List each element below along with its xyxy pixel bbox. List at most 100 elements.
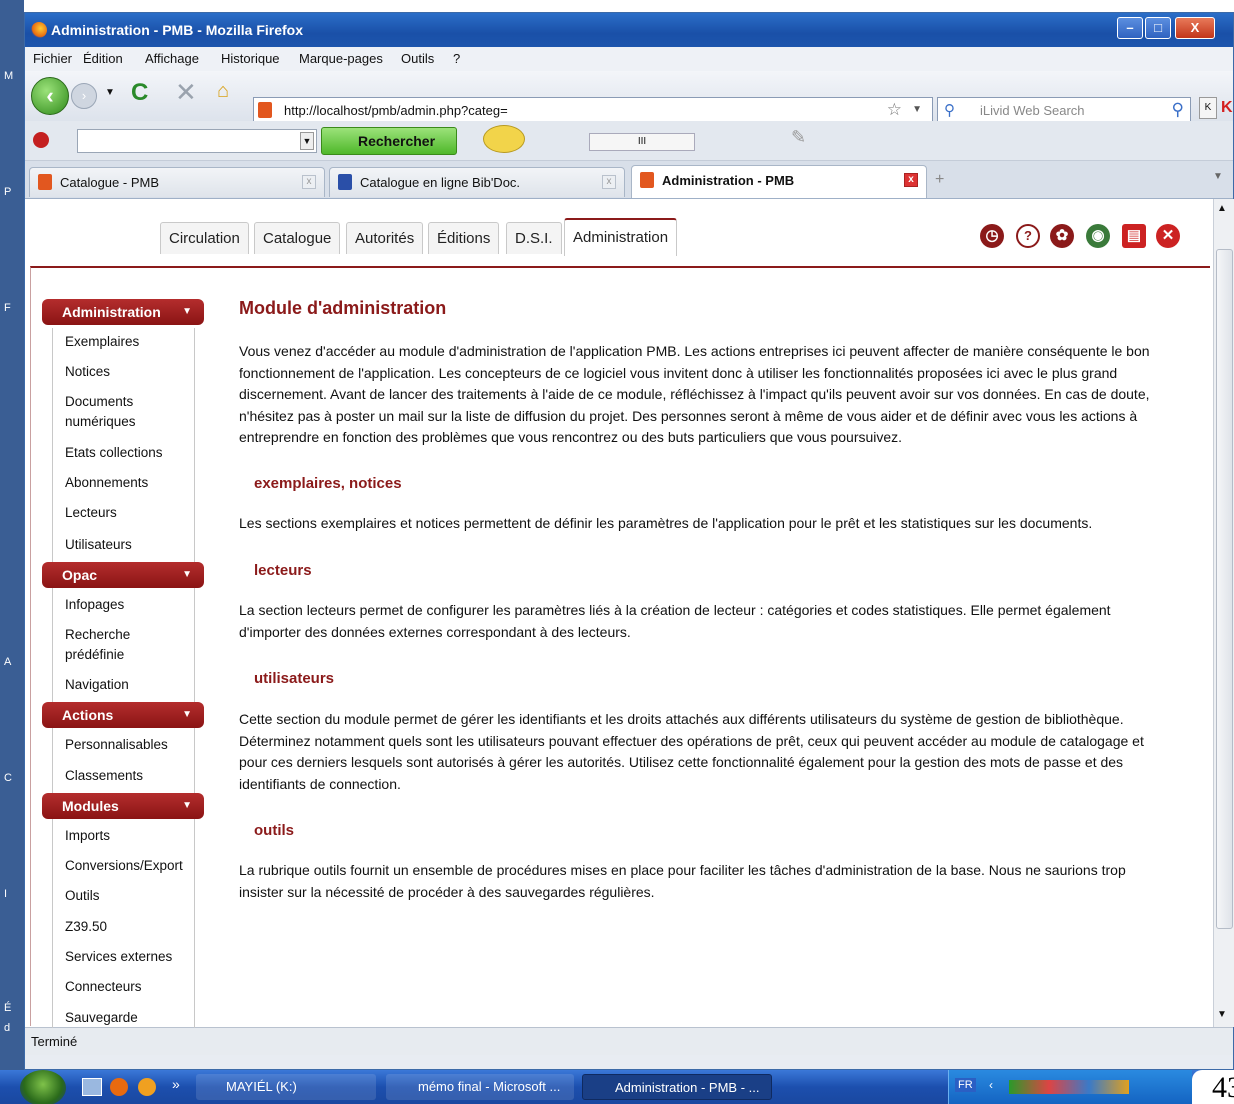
forward-button[interactable]: › [71, 83, 97, 109]
tab-editions[interactable]: Éditions [428, 222, 500, 254]
sidebar-item-services-externes[interactable]: Services externes [65, 947, 172, 967]
sidebar-item-infopages[interactable]: Infopages [65, 595, 124, 615]
menu-bar: Fichier Édition Affichage Historique Mar… [25, 47, 1233, 71]
rechercher-button[interactable]: Rechercher [321, 127, 457, 155]
bookmark-star-icon[interactable]: ☆ [887, 100, 902, 120]
start-button[interactable] [20, 1070, 66, 1104]
history-dropdown-icon[interactable]: ▼ [105, 87, 115, 98]
close-button[interactable]: X [1175, 17, 1215, 39]
sidebar-item-outils[interactable]: Outils [65, 886, 100, 906]
menu-marque-pages[interactable]: Marque-pages [299, 51, 383, 66]
sidebar-item-notices[interactable]: Notices [65, 362, 110, 382]
logout-icon[interactable]: ✕ [1156, 224, 1180, 248]
sidebar-item-personnalisables[interactable]: Personnalisables [65, 735, 168, 755]
menu-outils[interactable]: Outils [401, 51, 434, 66]
chevron-down-icon: ▼ [182, 709, 192, 720]
maximize-button[interactable]: □ [1145, 17, 1171, 39]
taskbar-item-drive[interactable]: MAYIÉL (K:) [196, 1074, 376, 1100]
menu-affichage[interactable]: Affichage [145, 51, 199, 66]
addon-red-icon[interactable] [33, 132, 49, 148]
search-engine-icon[interactable]: ⚲ [944, 101, 955, 119]
quicklaunch-expand-icon[interactable]: » [172, 1076, 180, 1092]
status-text: Terminé [31, 1034, 78, 1049]
smiley-addon-icon[interactable] [483, 125, 525, 153]
new-tab-button[interactable]: + [935, 171, 944, 189]
sidebar-item-imports[interactable]: Imports [65, 826, 110, 846]
sidebar-item-documents-numeriques[interactable]: Documents numériques [65, 392, 165, 432]
browser-tab-catalogue[interactable]: Catalogue - PMB x [29, 167, 325, 197]
tab-list-icon[interactable]: ▼ [1213, 171, 1223, 182]
menu-help[interactable]: ? [453, 51, 460, 66]
addon-k-red-icon[interactable]: K [1221, 99, 1233, 117]
tab-close-icon[interactable]: x [602, 175, 616, 189]
sidebar-item-conversions-export[interactable]: Conversions/Export [65, 856, 183, 876]
desktop-letter: É [4, 1002, 12, 1014]
sidebar-header-label: Actions [62, 707, 114, 723]
sidebar-header-modules[interactable]: Modules ▼ [42, 793, 204, 819]
section-text-lecteurs: La section lecteurs permet de configurer… [239, 602, 1111, 640]
media-quicklaunch-icon[interactable] [138, 1078, 156, 1096]
toolbar-scroll[interactable]: III [589, 133, 695, 151]
tab-close-icon[interactable]: x [904, 173, 918, 187]
scroll-up-icon[interactable]: ▲ [1217, 203, 1227, 214]
sidebar-item-recherche-predefinie[interactable]: Recherche prédéfinie [65, 625, 155, 665]
firefox-quicklaunch-icon[interactable] [110, 1078, 128, 1096]
sidebar-item-lecteurs[interactable]: Lecteurs [65, 503, 117, 523]
taskbar: » MAYIÉL (K:) mémo final - Microsoft ...… [0, 1070, 1234, 1104]
tab-catalogue[interactable]: Catalogue [254, 222, 341, 254]
addon-dropdown-icon[interactable]: ▼ [300, 132, 314, 150]
show-desktop-icon[interactable] [82, 1078, 102, 1096]
menu-edition[interactable]: Édition [83, 51, 123, 66]
save-icon[interactable]: ▤ [1122, 224, 1146, 248]
pencil-icon[interactable]: ✎ [791, 127, 806, 148]
search-go-icon[interactable]: ⚲ [1172, 100, 1184, 120]
sidebar-item-etats-collections[interactable]: Etats collections [65, 443, 163, 463]
addon-search-field[interactable] [77, 129, 317, 153]
search-box[interactable]: ⚲ iLivid Web Search ⚲ [937, 97, 1191, 123]
tray-expand-icon[interactable]: ‹ [989, 1078, 993, 1092]
tab-close-icon[interactable]: x [302, 175, 316, 189]
help-icon[interactable]: ? [1016, 224, 1040, 248]
home-icon[interactable]: ⌂ [217, 80, 229, 103]
back-button[interactable]: ‹ [31, 77, 69, 115]
tray-icons[interactable] [1009, 1080, 1129, 1094]
sidebar-header-actions[interactable]: Actions ▼ [42, 702, 204, 728]
k-addon-icon[interactable]: K [1199, 97, 1217, 119]
stop-icon[interactable]: ✕ [175, 77, 197, 108]
sidebar-item-z3950[interactable]: Z39.50 [65, 917, 107, 937]
vertical-scrollbar[interactable]: ▲ ▼ [1213, 199, 1234, 1027]
sidebar-header-opac[interactable]: Opac ▼ [42, 562, 204, 588]
tab-label: Catalogue - PMB [60, 175, 159, 190]
sidebar-item-classements[interactable]: Classements [65, 766, 143, 786]
reload-icon[interactable]: C [131, 79, 148, 107]
tab-autorites[interactable]: Autorités [346, 222, 424, 254]
sidebar-item-abonnements[interactable]: Abonnements [65, 473, 148, 493]
clock-icon[interactable]: ◷ [980, 224, 1004, 248]
globe-icon[interactable]: ◉ [1086, 224, 1110, 248]
address-bar[interactable]: http://localhost/pmb/admin.php?categ= ☆ … [253, 97, 933, 123]
language-indicator[interactable]: FR [955, 1078, 976, 1092]
tab-administration[interactable]: Administration [564, 218, 678, 256]
tab-circulation[interactable]: Circulation [160, 222, 249, 254]
sidebar-item-connecteurs[interactable]: Connecteurs [65, 977, 142, 997]
taskbar-label: mémo final - Microsoft ... [418, 1079, 561, 1094]
menu-historique[interactable]: Historique [221, 51, 280, 66]
taskbar-item-word[interactable]: mémo final - Microsoft ... [386, 1074, 574, 1100]
url-dropdown-icon[interactable]: ▼ [912, 104, 922, 115]
gear-icon[interactable]: ✿ [1050, 224, 1074, 248]
scroll-down-icon[interactable]: ▼ [1217, 1009, 1227, 1020]
sidebar-header-administration[interactable]: Administration ▼ [42, 299, 204, 325]
minimize-button[interactable]: – [1117, 17, 1143, 39]
browser-tab-opac[interactable]: Catalogue en ligne Bib'Doc. x [329, 167, 625, 197]
browser-tab-administration[interactable]: Administration - PMB x [631, 165, 927, 198]
sidebar-item-sauvegarde[interactable]: Sauvegarde [65, 1008, 138, 1028]
search-placeholder: iLivid Web Search [980, 103, 1085, 118]
tab-dsi[interactable]: D.S.I. [506, 222, 562, 254]
sidebar-item-navigation[interactable]: Navigation [65, 675, 129, 695]
chevron-down-icon: ▼ [182, 306, 192, 317]
taskbar-item-firefox[interactable]: Administration - PMB - ... [582, 1074, 772, 1100]
sidebar-item-exemplaires[interactable]: Exemplaires [65, 332, 139, 352]
menu-fichier[interactable]: Fichier [33, 51, 72, 66]
scroll-thumb[interactable] [1216, 249, 1233, 929]
sidebar-item-utilisateurs[interactable]: Utilisateurs [65, 535, 132, 555]
